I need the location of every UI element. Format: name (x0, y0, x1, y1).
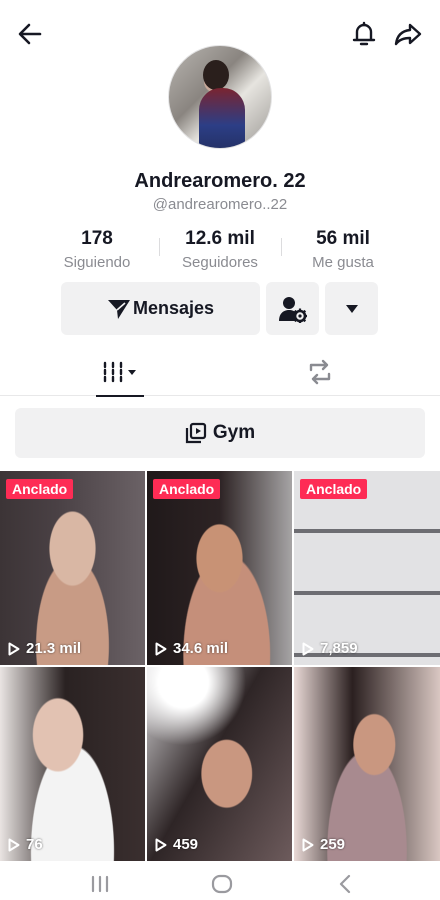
avatar-head (203, 60, 229, 90)
user-gear-icon (278, 296, 307, 323)
play-icon (302, 838, 314, 851)
system-back-button[interactable] (331, 872, 361, 896)
view-count: 76 (8, 836, 43, 853)
avatar[interactable] (168, 45, 272, 149)
play-icon (8, 642, 20, 655)
thumbnail-image (294, 667, 440, 861)
view-count-value: 21.3 mil (26, 640, 82, 657)
send-icon (107, 299, 130, 319)
share-icon (394, 23, 422, 46)
view-count-value: 259 (320, 836, 346, 853)
video-thumbnail[interactable]: 459 (147, 667, 292, 861)
play-icon (302, 642, 314, 655)
playlist-button[interactable]: Gym (15, 408, 425, 458)
view-count: 459 (155, 836, 198, 853)
stat-likes-label: Me gusta (312, 254, 374, 271)
tab-reposts[interactable] (296, 348, 344, 396)
tab-videos[interactable] (96, 348, 144, 397)
video-thumbnail[interactable]: 259 (294, 667, 440, 861)
play-icon (155, 642, 167, 655)
notifications-button[interactable] (346, 16, 382, 52)
thumbnail-image (147, 667, 292, 861)
view-count-value: 7,859 (320, 640, 358, 657)
video-grid: Anclado 21.3 mil Anclado 34.6 mil Anclad… (0, 471, 440, 863)
view-count: 259 (302, 836, 345, 853)
back-button[interactable] (12, 16, 48, 52)
profile-actions: Mensajes (0, 282, 440, 336)
stat-divider (281, 238, 282, 256)
recent-apps-icon (91, 875, 109, 893)
stat-followers-value: 12.6 mil (185, 228, 255, 249)
thumbnail-image (0, 471, 145, 665)
thumbnail-image (147, 471, 292, 665)
more-options-button[interactable] (325, 282, 378, 335)
stat-likes-value: 56 mil (316, 228, 370, 249)
avatar-body (199, 88, 245, 148)
arrow-left-icon (18, 23, 42, 45)
follow-settings-button[interactable] (266, 282, 319, 335)
stat-following[interactable]: 178 Siguiendo (37, 228, 157, 271)
grid-icon (103, 361, 136, 383)
video-thumbnail[interactable]: Anclado 34.6 mil (147, 471, 292, 665)
stat-following-label: Siguiendo (63, 254, 131, 271)
video-thumbnail[interactable]: Anclado 7,859 (294, 471, 440, 665)
stat-following-value: 178 (81, 228, 113, 249)
username-handle: @andrearomero..22 (152, 196, 288, 213)
stat-followers-label: Seguidores (182, 254, 258, 271)
video-thumbnail[interactable]: 76 (0, 667, 145, 861)
message-button[interactable]: Mensajes (61, 282, 260, 335)
system-nav-bar (0, 864, 440, 900)
video-thumbnail[interactable]: Anclado 21.3 mil (0, 471, 145, 665)
bell-icon (352, 21, 376, 46)
share-button[interactable] (390, 16, 426, 52)
stat-likes[interactable]: 56 mil Me gusta (283, 228, 403, 271)
play-icon (8, 838, 20, 851)
message-button-label: Mensajes (132, 298, 215, 318)
play-icon (155, 838, 167, 851)
pinned-badge: Anclado (153, 479, 221, 499)
pinned-badge: Anclado (6, 479, 74, 499)
home-button[interactable] (207, 872, 237, 896)
view-count-value: 459 (173, 836, 199, 853)
active-tab-indicator (96, 395, 144, 397)
profile-stats: 178 Siguiendo 12.6 mil Seguidores 56 mil… (0, 228, 440, 274)
playlist-icon (185, 422, 206, 444)
view-count-value: 34.6 mil (173, 640, 229, 657)
recent-apps-button[interactable] (85, 872, 115, 896)
view-count-value: 76 (26, 836, 43, 853)
repost-icon (309, 359, 331, 385)
home-icon (211, 874, 233, 894)
content-tabs (0, 348, 440, 397)
chevron-left-icon (339, 874, 351, 894)
stat-followers[interactable]: 12.6 mil Seguidores (160, 228, 280, 271)
caret-down-icon (345, 304, 358, 313)
display-name: Andrearomero. 22 (134, 170, 306, 192)
view-count: 34.6 mil (155, 640, 228, 657)
playlist-label: Gym (212, 422, 256, 443)
view-count: 21.3 mil (8, 640, 81, 657)
view-count: 7,859 (302, 640, 358, 657)
thumbnail-image (294, 471, 440, 665)
pinned-badge: Anclado (300, 479, 368, 499)
thumbnail-image (0, 667, 145, 861)
